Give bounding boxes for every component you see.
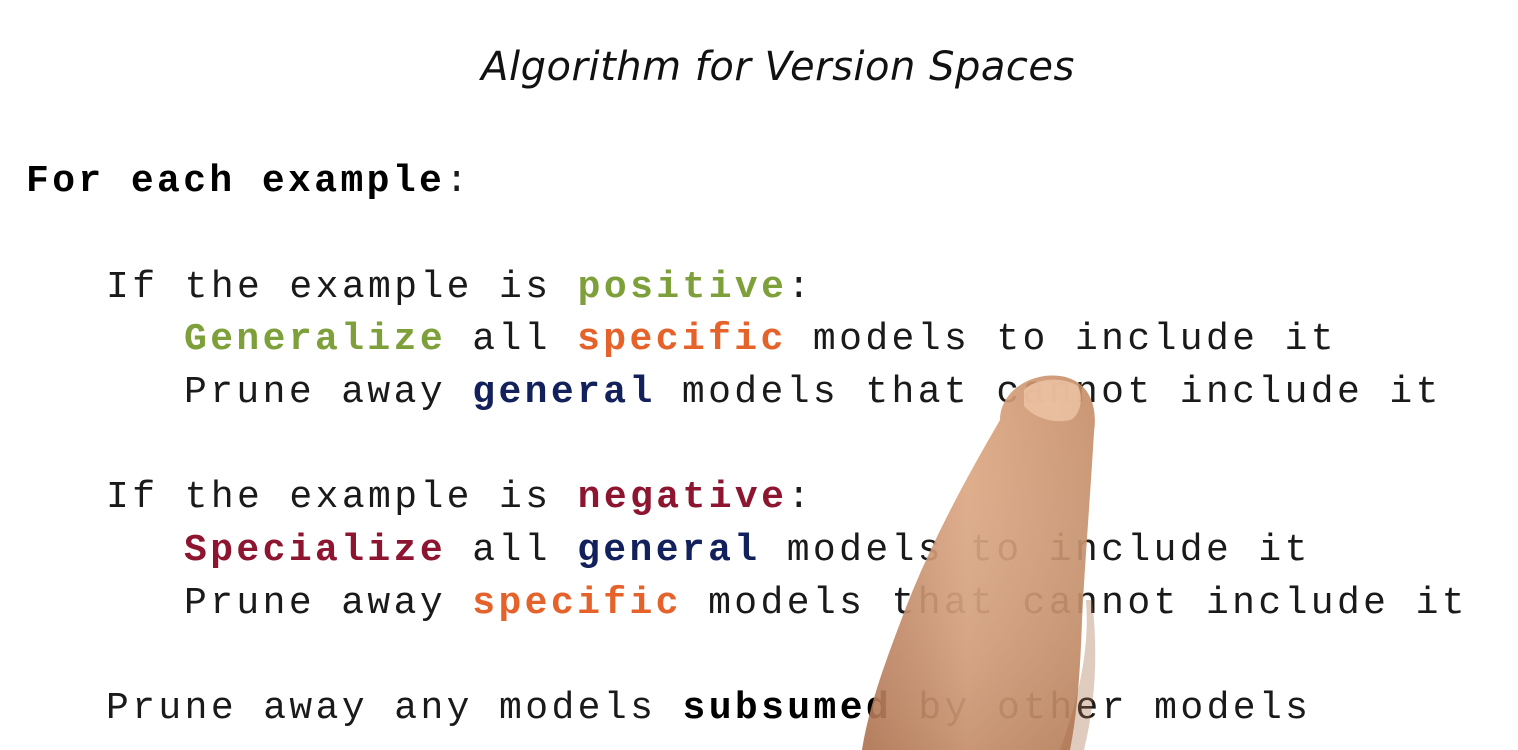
- prune-specific-suffix: models that cannot include it: [681, 582, 1469, 625]
- keyword-subsumed: subsumed: [682, 687, 893, 730]
- line-for-each-example: For each example:: [26, 163, 471, 201]
- keyword-general: general: [472, 371, 656, 414]
- slide: Algorithm for Version Spaces For each ex…: [0, 0, 1518, 750]
- for-each-example-text: For each example: [26, 160, 446, 203]
- line-prune-subsumed: Prune away any models subsumed by other …: [106, 690, 1311, 728]
- prune-general-suffix: models that cannot include it: [655, 371, 1442, 414]
- keyword-positive: positive: [577, 266, 788, 309]
- line-specialize-general: Specialize all general models to include…: [184, 532, 1311, 570]
- subsumed-suffix: by other models: [892, 687, 1312, 730]
- keyword-specific: specific: [577, 318, 787, 361]
- keyword-specialize: Specialize: [184, 529, 447, 572]
- keyword-negative: negative: [577, 476, 788, 519]
- keyword-specific: specific: [472, 582, 682, 625]
- colon: :: [787, 476, 814, 519]
- keyword-general: general: [577, 529, 761, 572]
- line-if-negative: If the example is negative:: [106, 479, 814, 517]
- line-if-positive: If the example is positive:: [106, 269, 814, 307]
- colon: :: [787, 266, 814, 309]
- if-positive-prefix: If the example is: [106, 266, 578, 309]
- prune-prefix: Prune away: [184, 371, 473, 414]
- colon: :: [445, 160, 472, 203]
- prune-any-prefix: Prune away any models: [106, 687, 683, 730]
- specialize-suffix: models to include it: [760, 529, 1311, 572]
- line-generalize-specific: Generalize all specific models to includ…: [184, 321, 1337, 359]
- if-negative-prefix: If the example is: [106, 476, 578, 519]
- slide-title: Algorithm for Version Spaces: [481, 44, 1075, 90]
- line-prune-specific: Prune away specific models that cannot i…: [184, 585, 1468, 623]
- prune-prefix: Prune away: [184, 582, 473, 625]
- line-prune-general: Prune away general models that cannot in…: [184, 374, 1442, 412]
- text-all: all: [446, 529, 578, 572]
- keyword-generalize: Generalize: [184, 318, 447, 361]
- text-all: all: [446, 318, 578, 361]
- generalize-suffix: models to include it: [786, 318, 1337, 361]
